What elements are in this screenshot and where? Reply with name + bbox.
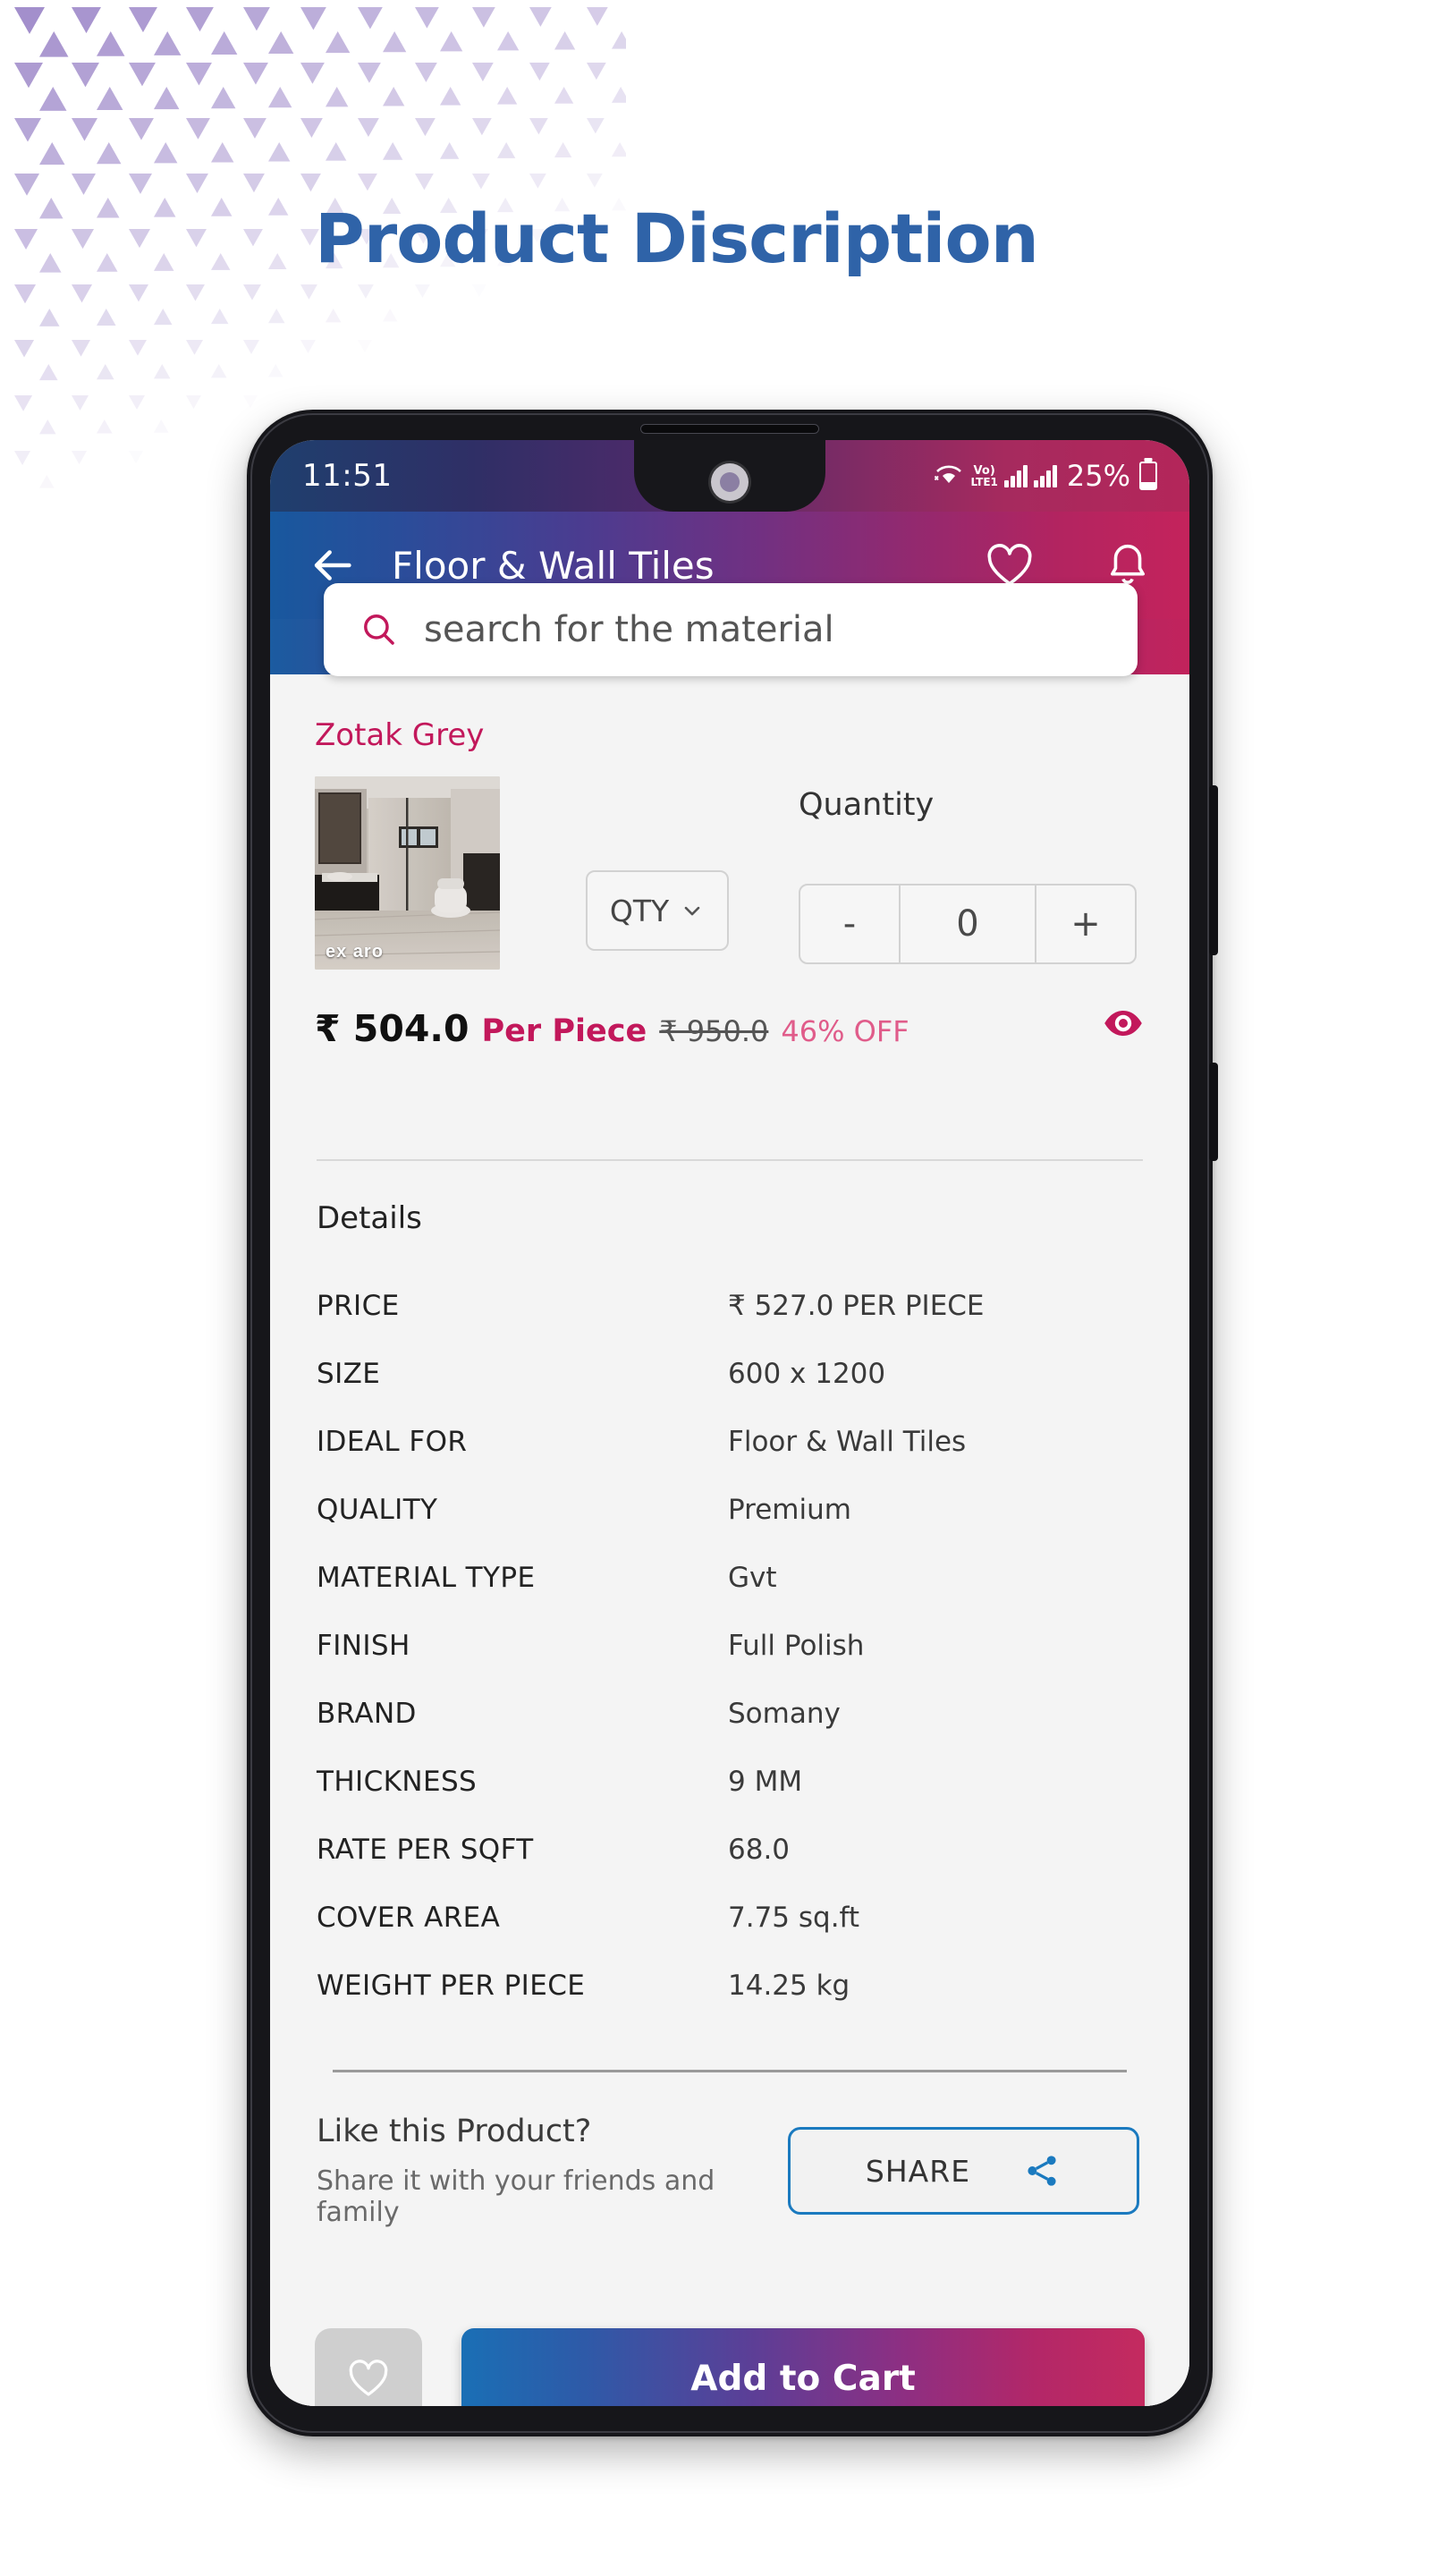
- detail-row: RATE PER SQFT 68.0: [317, 1816, 1143, 1884]
- detail-label: IDEAL FOR: [317, 1426, 468, 1458]
- detail-label: COVER AREA: [317, 1902, 501, 1934]
- volume-button[interactable]: [1209, 1063, 1218, 1161]
- detail-row: MATERIAL TYPE Gvt: [317, 1544, 1143, 1612]
- search-icon: [364, 614, 394, 645]
- detail-row: FINISH Full Polish: [317, 1612, 1143, 1680]
- price-unit: Per Piece: [481, 1013, 647, 1049]
- status-clock: 11:51: [302, 458, 393, 494]
- detail-value: Floor & Wall Tiles: [728, 1426, 967, 1458]
- detail-label: PRICE: [317, 1290, 400, 1322]
- quantity-decrement-button[interactable]: -: [800, 886, 901, 962]
- detail-row: COVER AREA 7.75 sq.ft: [317, 1884, 1143, 1952]
- page-title: Product Discription: [315, 199, 1039, 278]
- share-section: Like this Product? Share it with your fr…: [270, 2072, 1189, 2228]
- status-indicators: Vo) LTE1 25%: [934, 459, 1157, 493]
- image-watermark: ex aro: [326, 942, 384, 962]
- qty-dropdown-label: QTY: [609, 893, 670, 928]
- detail-label: SIZE: [317, 1358, 381, 1390]
- signal-bars-icon: [1003, 464, 1028, 487]
- search-bar[interactable]: search for the material: [324, 583, 1138, 676]
- product-thumbnail[interactable]: ex aro: [315, 776, 500, 970]
- detail-value: 14.25 kg: [728, 1970, 850, 2002]
- quantity-label: Quantity: [799, 787, 935, 823]
- detail-value: 600 x 1200: [728, 1358, 886, 1390]
- detail-value: Premium: [728, 1494, 851, 1526]
- quantity-increment-button[interactable]: +: [1035, 886, 1135, 962]
- detail-row: SIZE 600 x 1200: [317, 1340, 1143, 1408]
- add-to-cart-label: Add to Cart: [690, 2358, 916, 2399]
- phone-device-frame: 11:51 Vo) LTE1 25% Floor & Wall Tiles se…: [247, 410, 1218, 2436]
- detail-label: MATERIAL TYPE: [317, 1562, 536, 1594]
- detail-value: 7.75 sq.ft: [728, 1902, 860, 1934]
- quantity-value[interactable]: 0: [901, 886, 1035, 962]
- share-text: Like this Product? Share it with your fr…: [317, 2114, 788, 2228]
- volte-icon: Vo) LTE1: [970, 463, 998, 488]
- detail-label: WEIGHT PER PIECE: [317, 1970, 586, 2002]
- price-amount: ₹ 504.0: [315, 1007, 469, 1050]
- heart-outline-icon: [349, 2360, 388, 2396]
- price-discount: 46% OFF: [781, 1014, 909, 1048]
- detail-value: Somany: [728, 1698, 841, 1730]
- detail-row: THICKNESS 9 MM: [317, 1748, 1143, 1816]
- bottom-action-bar: Add to Cart: [270, 2295, 1189, 2406]
- detail-row: BRAND Somany: [317, 1680, 1143, 1748]
- detail-value: Full Polish: [728, 1630, 865, 1662]
- share-nodes-icon: [1028, 2156, 1056, 2186]
- share-headline: Like this Product?: [317, 2114, 592, 2149]
- share-button[interactable]: SHARE: [787, 2127, 1139, 2215]
- share-subline: Share it with your friends and family: [317, 2165, 715, 2228]
- detail-row: IDEAL FOR Floor & Wall Tiles: [317, 1408, 1143, 1476]
- phone-screen: 11:51 Vo) LTE1 25% Floor & Wall Tiles se…: [270, 440, 1189, 2406]
- add-to-cart-button[interactable]: Add to Cart: [461, 2328, 1145, 2406]
- battery-icon: [1139, 462, 1157, 490]
- details-heading: Details: [317, 1200, 422, 1236]
- product-summary: Zotak Grey ex aro QTY Quantity - 0 +: [270, 674, 1189, 970]
- search-input-placeholder[interactable]: search for the material: [424, 609, 834, 650]
- signal-bars-icon: [1033, 464, 1057, 487]
- detail-row: WEIGHT PER PIECE 14.25 kg: [317, 1952, 1143, 2020]
- wishlist-button[interactable]: [315, 2328, 422, 2406]
- detail-label: FINISH: [317, 1630, 410, 1662]
- detail-label: BRAND: [317, 1698, 417, 1730]
- details-table: PRICE ₹ 527.0 PER PIECE SIZE 600 x 1200 IDEA…: [270, 1236, 1189, 2020]
- page-content: Zotak Grey ex aro QTY Quantity - 0 + ₹ 5…: [270, 674, 1189, 2406]
- app-bar-title: Floor & Wall Tiles: [392, 543, 715, 588]
- wifi-icon: [935, 465, 962, 483]
- power-button[interactable]: [1209, 785, 1218, 955]
- quantity-control: Quantity - 0 +: [799, 776, 1137, 964]
- detail-row: PRICE ₹ 527.0 PER PIECE: [317, 1272, 1143, 1340]
- share-button-label: SHARE: [865, 2153, 971, 2189]
- eye-icon[interactable]: [1102, 1002, 1145, 1045]
- earpiece-speaker: [640, 424, 819, 434]
- detail-row: QUALITY Premium: [317, 1476, 1143, 1544]
- detail-value: Gvt: [728, 1562, 777, 1594]
- qty-dropdown[interactable]: QTY: [586, 870, 729, 951]
- detail-value: ₹ 527.0 PER PIECE: [728, 1290, 985, 1322]
- chevron-down-icon: [684, 906, 700, 916]
- quantity-stepper[interactable]: - 0 +: [799, 884, 1137, 964]
- detail-value: 9 MM: [728, 1766, 803, 1798]
- product-name: Zotak Grey: [315, 717, 485, 753]
- battery-percent: 25%: [1066, 459, 1130, 493]
- screenshot-root: Product Discription 11:51 Vo) LTE1 25% F…: [0, 0, 1455, 2576]
- detail-label: RATE PER SQFT: [317, 1834, 534, 1866]
- price-row: ₹ 504.0 Per Piece ₹ 950.0 46% OFF: [270, 970, 1189, 1050]
- detail-label: QUALITY: [317, 1494, 438, 1526]
- detail-label: THICKNESS: [317, 1766, 478, 1798]
- front-camera-icon: [711, 463, 749, 501]
- detail-value: 68.0: [728, 1834, 791, 1866]
- status-bar: 11:51 Vo) LTE1 25%: [270, 440, 1189, 512]
- price-mrp: ₹ 950.0: [659, 1014, 769, 1048]
